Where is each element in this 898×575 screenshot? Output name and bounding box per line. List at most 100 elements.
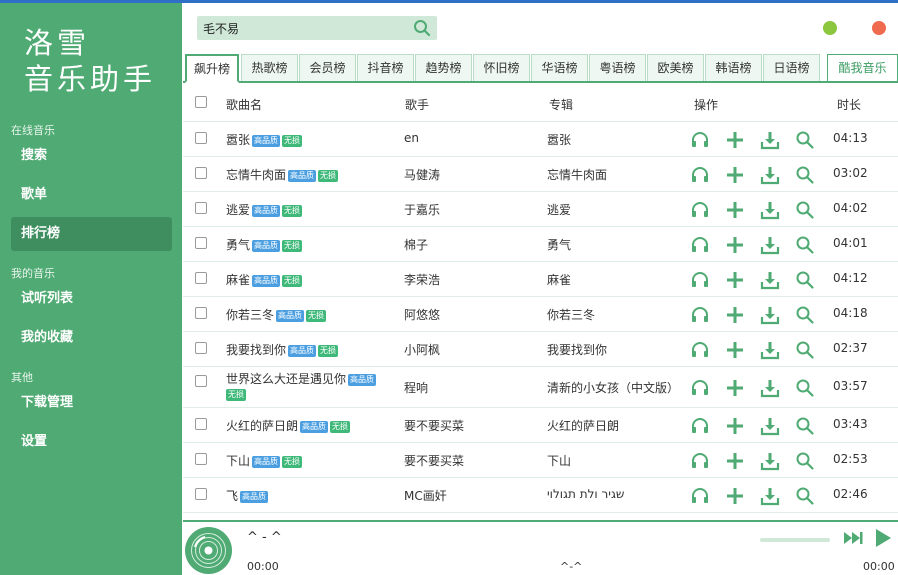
plus-icon[interactable]: [725, 270, 745, 290]
disc-icon[interactable]: [185, 527, 232, 574]
row-checkbox[interactable]: [195, 272, 207, 284]
headphones-icon[interactable]: [690, 378, 710, 398]
row-checkbox[interactable]: [195, 202, 207, 214]
table-row[interactable]: 逃爱 高品质 无损 于嘉乐 逃爱 04:02: [183, 192, 898, 227]
next-track-icon[interactable]: [842, 529, 864, 550]
magnifier-icon[interactable]: [795, 270, 815, 290]
tab-nostalgic[interactable]: 怀旧榜: [473, 54, 530, 81]
volume-slider[interactable]: [760, 538, 830, 542]
row-checkbox[interactable]: [195, 237, 207, 249]
download-icon[interactable]: [760, 165, 780, 185]
tab-cantonese[interactable]: 粤语榜: [589, 54, 646, 81]
headphones-icon[interactable]: [690, 165, 710, 185]
download-icon[interactable]: [760, 340, 780, 360]
play-icon[interactable]: [873, 527, 893, 552]
magnifier-icon[interactable]: [795, 305, 815, 325]
download-icon[interactable]: [760, 416, 780, 436]
headphones-icon[interactable]: [690, 340, 710, 360]
tab-soaring[interactable]: 飙升榜: [185, 54, 239, 83]
magnifier-icon[interactable]: [795, 416, 815, 436]
tab-korean[interactable]: 韩语榜: [705, 54, 762, 81]
minimize-button[interactable]: [823, 21, 837, 35]
magnifier-icon[interactable]: [795, 165, 815, 185]
plus-icon[interactable]: [725, 165, 745, 185]
select-all-checkbox[interactable]: [195, 96, 207, 108]
tab-vip[interactable]: 会员榜: [299, 54, 356, 81]
header-song-name: 歌曲名: [226, 98, 263, 112]
row-checkbox[interactable]: [195, 488, 207, 500]
song-name-cell: 忘情牛肉面 高品质 无损: [226, 166, 339, 183]
headphones-icon[interactable]: [690, 416, 710, 436]
singer-cell: en: [404, 131, 419, 145]
table-row[interactable]: 勇气 高品质 无损 棉子 勇气 04:01: [183, 227, 898, 262]
download-icon[interactable]: [760, 235, 780, 255]
table-row[interactable]: 我要找到你 高品质 无损 小阿枫 我要找到你 02:37: [183, 332, 898, 367]
table-row[interactable]: 麻雀 高品质 无损 李荣浩 麻雀 04:12: [183, 262, 898, 297]
plus-icon[interactable]: [725, 130, 745, 150]
table-row[interactable]: 忘情牛肉面 高品质 无损 马健涛 忘情牛肉面 03:02: [183, 157, 898, 192]
plus-icon[interactable]: [725, 235, 745, 255]
table-row[interactable]: 嚣张 高品质 无损 en 嚣张 04:13: [183, 122, 898, 157]
magnifier-icon[interactable]: [795, 451, 815, 471]
row-checkbox[interactable]: [195, 307, 207, 319]
tab-douyin[interactable]: 抖音榜: [357, 54, 414, 81]
tab-source-kuwo[interactable]: 酷我音乐: [827, 54, 898, 81]
magnifier-icon[interactable]: [795, 378, 815, 398]
sidebar-item-settings[interactable]: 设置: [11, 425, 172, 459]
plus-icon[interactable]: [725, 305, 745, 325]
row-checkbox[interactable]: [195, 342, 207, 354]
row-checkbox[interactable]: [195, 167, 207, 179]
table-row[interactable]: 世界这么大还是遇见你 高品质 无损 程响 清新的小女孩（中文版） 03:57: [183, 367, 898, 408]
magnifier-icon[interactable]: [795, 486, 815, 506]
sidebar-item-downloads[interactable]: 下载管理: [11, 386, 172, 420]
now-playing-center: ^-^: [560, 560, 583, 573]
headphones-icon[interactable]: [690, 235, 710, 255]
download-icon[interactable]: [760, 200, 780, 220]
table-row[interactable]: 你若三冬 高品质 无损 阿悠悠 你若三冬 04:18: [183, 297, 898, 332]
plus-icon[interactable]: [725, 486, 745, 506]
sidebar-item-playlists[interactable]: 歌单: [11, 178, 172, 212]
row-checkbox[interactable]: [195, 375, 207, 387]
tab-mandarin[interactable]: 华语榜: [531, 54, 588, 81]
magnifier-icon[interactable]: [795, 200, 815, 220]
table-row[interactable]: 飞高品质 MC画奸 שגיר ולת תגולוי 02:46: [183, 478, 898, 513]
download-icon[interactable]: [760, 305, 780, 325]
row-checkbox[interactable]: [195, 453, 207, 465]
headphones-icon[interactable]: [690, 200, 710, 220]
download-icon[interactable]: [760, 486, 780, 506]
download-icon[interactable]: [760, 378, 780, 398]
plus-icon[interactable]: [725, 378, 745, 398]
quality-badge-hq: 高品质: [288, 170, 317, 182]
download-icon[interactable]: [760, 130, 780, 150]
download-icon[interactable]: [760, 451, 780, 471]
sidebar-item-charts[interactable]: 排行榜: [11, 217, 172, 251]
headphones-icon[interactable]: [690, 305, 710, 325]
tab-western[interactable]: 欧美榜: [647, 54, 704, 81]
song-name: 麻雀: [226, 273, 251, 287]
row-checkbox[interactable]: [195, 132, 207, 144]
plus-icon[interactable]: [725, 200, 745, 220]
close-button[interactable]: [872, 21, 886, 35]
headphones-icon[interactable]: [690, 130, 710, 150]
search-input[interactable]: [197, 16, 402, 40]
search-icon[interactable]: [413, 19, 431, 40]
magnifier-icon[interactable]: [795, 235, 815, 255]
headphones-icon[interactable]: [690, 451, 710, 471]
plus-icon[interactable]: [725, 451, 745, 471]
headphones-icon[interactable]: [690, 486, 710, 506]
table-row[interactable]: 下山 高品质 无损 要不要买菜 下山 02:53: [183, 443, 898, 478]
tab-japanese[interactable]: 日语榜: [763, 54, 820, 81]
table-row[interactable]: 火红的萨日朗 高品质 无损 要不要买菜 火红的萨日朗 03:43: [183, 408, 898, 443]
magnifier-icon[interactable]: [795, 130, 815, 150]
sidebar-item-trial-list[interactable]: 试听列表: [11, 282, 172, 316]
plus-icon[interactable]: [725, 340, 745, 360]
tab-hot[interactable]: 热歌榜: [241, 54, 298, 81]
plus-icon[interactable]: [725, 416, 745, 436]
sidebar-item-search[interactable]: 搜索: [11, 139, 172, 173]
headphones-icon[interactable]: [690, 270, 710, 290]
magnifier-icon[interactable]: [795, 340, 815, 360]
sidebar-item-favorites[interactable]: 我的收藏: [11, 321, 172, 355]
row-checkbox[interactable]: [195, 418, 207, 430]
download-icon[interactable]: [760, 270, 780, 290]
tab-trend[interactable]: 趋势榜: [415, 54, 472, 81]
